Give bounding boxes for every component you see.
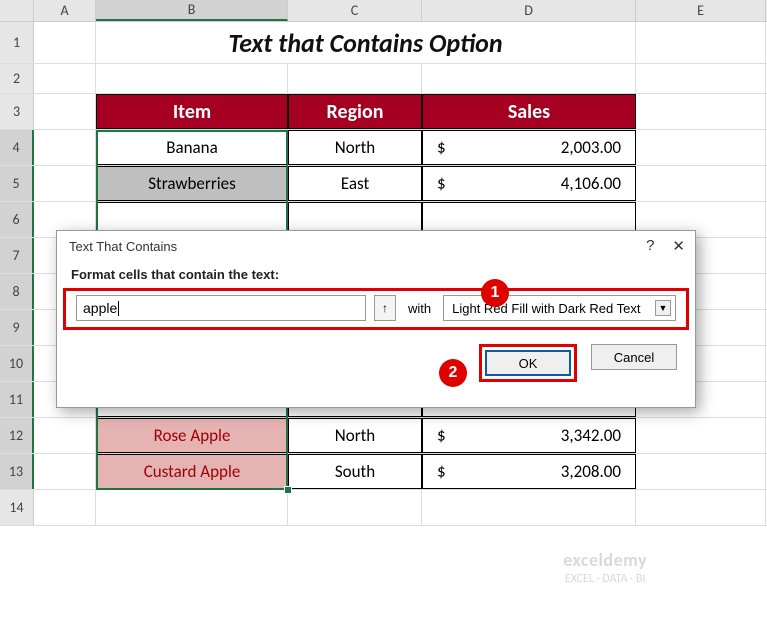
row-header-2[interactable]: 2 <box>0 64 34 93</box>
text-caret <box>118 301 119 316</box>
col-header-A[interactable]: A <box>34 0 96 21</box>
header-region[interactable]: Region <box>288 94 422 129</box>
cell-region[interactable]: South <box>288 454 422 489</box>
row-header-10[interactable]: 10 <box>0 346 34 381</box>
text-that-contains-dialog: Text That Contains ? ✕ Format cells that… <box>56 230 696 408</box>
cell-region[interactable]: North <box>288 418 422 453</box>
row-header-11[interactable]: 11 <box>0 382 34 417</box>
cell-A1[interactable] <box>34 22 96 63</box>
row-header-5[interactable]: 5 <box>0 166 34 201</box>
column-headers: A B C D E <box>0 0 767 22</box>
range-picker-icon[interactable]: ↑ <box>374 295 396 321</box>
selection-handle[interactable] <box>284 486 292 494</box>
cell-item[interactable]: Custard Apple <box>96 454 288 489</box>
cell-sales[interactable]: $3,208.00 <box>422 454 636 489</box>
cell-region[interactable]: North <box>288 130 422 165</box>
dialog-input-row: apple ↑ with Light Red Fill with Dark Re… <box>63 288 689 330</box>
cell-item[interactable]: Strawberries <box>96 166 288 201</box>
header-sales[interactable]: Sales <box>422 94 636 129</box>
text-contains-input[interactable]: apple <box>76 295 366 321</box>
col-header-C[interactable]: C <box>288 0 422 21</box>
row-header-9[interactable]: 9 <box>0 310 34 345</box>
dialog-title: Text That Contains <box>69 239 177 254</box>
cancel-button[interactable]: Cancel <box>591 344 677 370</box>
col-header-B[interactable]: B <box>96 0 288 21</box>
row-header-4[interactable]: 4 <box>0 130 34 165</box>
help-button[interactable]: ? <box>646 237 654 255</box>
watermark: exceldemy EXCEL · DATA · BI <box>563 550 647 586</box>
col-header-D[interactable]: D <box>422 0 636 21</box>
cell-item[interactable]: Banana <box>96 130 288 165</box>
header-item[interactable]: Item <box>96 94 288 129</box>
col-header-E[interactable]: E <box>636 0 766 21</box>
chevron-down-icon[interactable]: ▼ <box>655 300 671 316</box>
format-select-value: Light Red Fill with Dark Red Text <box>452 301 640 316</box>
row-header-8[interactable]: 8 <box>0 274 34 309</box>
dialog-label: Format cells that contain the text: <box>57 259 695 288</box>
row-header-6[interactable]: 6 <box>0 202 34 237</box>
row-header-7[interactable]: 7 <box>0 238 34 273</box>
with-label: with <box>404 301 435 316</box>
page-title[interactable]: Text that Contains Option <box>96 22 636 63</box>
close-icon[interactable]: ✕ <box>672 237 685 255</box>
format-select[interactable]: Light Red Fill with Dark Red Text ▼ <box>443 295 676 321</box>
cell-sales[interactable]: $4,106.00 <box>422 166 636 201</box>
row-header-3[interactable]: 3 <box>0 94 34 129</box>
row-header-12[interactable]: 12 <box>0 418 34 453</box>
cell-item[interactable]: Rose Apple <box>96 418 288 453</box>
row-header-13[interactable]: 13 <box>0 454 34 489</box>
ok-button[interactable]: OK <box>485 350 571 376</box>
annotation-badge-1: 1 <box>481 279 509 307</box>
cell-region[interactable]: East <box>288 166 422 201</box>
dialog-titlebar[interactable]: Text That Contains ? ✕ <box>57 231 695 259</box>
cell-sales[interactable]: $2,003.00 <box>422 130 636 165</box>
row-header-1[interactable]: 1 <box>0 22 34 63</box>
ok-highlight: OK <box>479 344 577 382</box>
cell-sales[interactable]: $3,342.00 <box>422 418 636 453</box>
row-header-14[interactable]: 14 <box>0 490 34 525</box>
cell-E1[interactable] <box>636 22 766 63</box>
select-all-corner[interactable] <box>0 0 34 21</box>
annotation-badge-2: 2 <box>439 359 467 387</box>
